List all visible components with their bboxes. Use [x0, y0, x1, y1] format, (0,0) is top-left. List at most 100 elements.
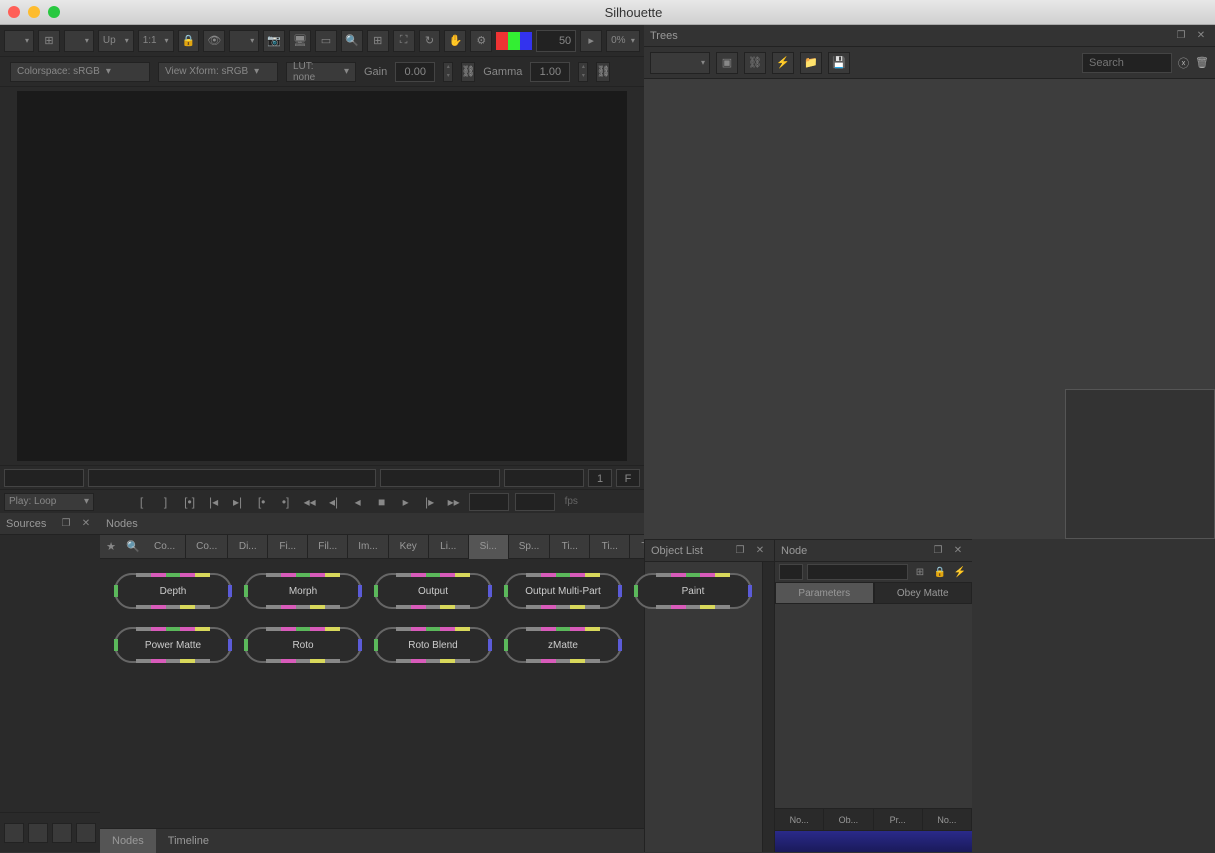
- trees-folder-icon[interactable]: 📁: [800, 52, 822, 74]
- gamma-input[interactable]: [530, 62, 570, 82]
- trees-clear-icon[interactable]: ⓧ: [1178, 55, 1189, 71]
- refresh-icon[interactable]: ↻: [419, 30, 441, 52]
- link-icon[interactable]: ⛓: [461, 62, 475, 82]
- nd-popout-icon[interactable]: ❐: [930, 543, 946, 559]
- trees-close-icon[interactable]: ✕: [1193, 28, 1209, 44]
- trees-minimap[interactable]: [1065, 389, 1215, 539]
- obj-close-icon[interactable]: ✕: [752, 543, 768, 559]
- range-icon[interactable]: [•]: [181, 493, 199, 511]
- node-item[interactable]: Roto: [244, 627, 362, 663]
- monitor-icon[interactable]: 🖥: [289, 30, 311, 52]
- camera-icon[interactable]: 📷: [263, 30, 285, 52]
- frame-next-icon[interactable]: ▸: [580, 30, 602, 52]
- lock-icon[interactable]: 🔒: [178, 30, 200, 52]
- colorspace-dropdown[interactable]: Colorspace: sRGB▾: [10, 62, 150, 82]
- close-icon[interactable]: [8, 6, 20, 18]
- node-item[interactable]: Paint: [634, 573, 752, 609]
- trees-bolt-icon[interactable]: ⚡: [772, 52, 794, 74]
- node-category-tab[interactable]: Di...: [228, 535, 268, 559]
- settings-icon[interactable]: ⚙: [470, 30, 492, 52]
- frame-current[interactable]: 1: [588, 469, 612, 487]
- viewxform-dropdown[interactable]: View Xform: sRGB▾: [158, 62, 278, 82]
- fps-field-1[interactable]: [469, 493, 509, 511]
- frame-start[interactable]: [4, 469, 84, 487]
- trees-frame-icon[interactable]: ▣: [716, 52, 738, 74]
- viewport-canvas[interactable]: [17, 91, 628, 461]
- trees-link-icon[interactable]: ⛓: [744, 52, 766, 74]
- percent-dropdown[interactable]: 0%▾: [606, 30, 640, 52]
- up-dropdown[interactable]: Up▾: [98, 30, 134, 52]
- channel-dropdown[interactable]: ▾: [64, 30, 94, 52]
- node-category-tab[interactable]: Ti...: [550, 535, 590, 559]
- node-category-tab[interactable]: Im...: [348, 535, 388, 559]
- source-icon-3[interactable]: [52, 823, 72, 843]
- nd-add-icon[interactable]: ⊞: [912, 564, 928, 580]
- node-item[interactable]: Morph: [244, 573, 362, 609]
- play-mode-dropdown[interactable]: Play: Loop▾: [4, 493, 94, 511]
- maximize-icon[interactable]: [48, 6, 60, 18]
- eye-icon[interactable]: 👁: [203, 30, 225, 52]
- source-icon-4[interactable]: [76, 823, 96, 843]
- nd-swatch[interactable]: [779, 564, 803, 580]
- add-icon[interactable]: ⊞: [38, 30, 60, 52]
- gain-spinner[interactable]: ▴▾: [443, 62, 453, 82]
- mark-out-icon[interactable]: •]: [277, 493, 295, 511]
- tab-nodes[interactable]: Nodes: [100, 829, 156, 853]
- safe-icon[interactable]: ▭: [315, 30, 337, 52]
- mark-in-icon[interactable]: [•: [253, 493, 271, 511]
- nd-close-icon[interactable]: ✕: [950, 543, 966, 559]
- fps-field-2[interactable]: [515, 493, 555, 511]
- magnify-icon[interactable]: 🔍: [341, 30, 363, 52]
- play-back-icon[interactable]: ◂: [349, 493, 367, 511]
- source-icon-2[interactable]: [28, 823, 48, 843]
- tab-obey-matte[interactable]: Obey Matte: [874, 582, 973, 604]
- trees-search-input[interactable]: [1082, 53, 1172, 73]
- hand-icon[interactable]: ✋: [444, 30, 466, 52]
- node-category-tab[interactable]: Co...: [186, 535, 228, 559]
- lut-dropdown[interactable]: LUT: none▾: [286, 62, 356, 82]
- favorite-icon[interactable]: ★: [100, 536, 122, 558]
- frame-end[interactable]: [380, 469, 500, 487]
- source-icon-1[interactable]: [4, 823, 24, 843]
- trees-view-dropdown[interactable]: ▾: [650, 52, 710, 74]
- node-item[interactable]: Power Matte: [114, 627, 232, 663]
- frame-range[interactable]: [504, 469, 584, 487]
- tab-timeline[interactable]: Timeline: [156, 829, 221, 853]
- node-category-tab[interactable]: Co...: [144, 535, 186, 559]
- gain-input[interactable]: [395, 62, 435, 82]
- node-category-tab[interactable]: Key: [389, 535, 429, 559]
- object-scrollbar[interactable]: [762, 562, 774, 852]
- tab-parameters[interactable]: Parameters: [775, 582, 874, 604]
- view-dropdown-1[interactable]: ▾: [4, 30, 34, 52]
- node-item[interactable]: Output: [374, 573, 492, 609]
- goto-start-icon[interactable]: ◂◂: [301, 493, 319, 511]
- viewport[interactable]: [0, 87, 644, 465]
- obj-popout-icon[interactable]: ❐: [732, 543, 748, 559]
- nd-bolt-icon[interactable]: ⚡: [952, 564, 968, 580]
- node-detail-body[interactable]: [775, 604, 972, 808]
- eye-options[interactable]: ▾: [229, 30, 259, 52]
- stop-icon[interactable]: ■: [373, 493, 391, 511]
- step-back-icon[interactable]: ◂|: [325, 493, 343, 511]
- node-item[interactable]: Roto Blend: [374, 627, 492, 663]
- trees-delete-icon[interactable]: 🗑: [1195, 56, 1209, 69]
- node-category-tab[interactable]: Li...: [429, 535, 469, 559]
- gamma-link-icon[interactable]: ⛓: [596, 62, 610, 82]
- trees-canvas[interactable]: [644, 79, 1215, 539]
- expand-icon[interactable]: ⛶: [393, 30, 415, 52]
- node-item[interactable]: Output Multi-Part: [504, 573, 622, 609]
- nd-btab-0[interactable]: No...: [775, 809, 824, 830]
- sources-body[interactable]: [0, 535, 100, 812]
- node-item[interactable]: zMatte: [504, 627, 622, 663]
- sources-popout-icon[interactable]: ❐: [58, 516, 74, 532]
- frame-slider[interactable]: [88, 469, 376, 487]
- nd-name-field[interactable]: [807, 564, 908, 580]
- node-category-tab[interactable]: Fi...: [268, 535, 308, 559]
- node-category-tab[interactable]: Sp...: [509, 535, 551, 559]
- grid-icon[interactable]: ⊞: [367, 30, 389, 52]
- out-point-icon[interactable]: ]: [157, 493, 175, 511]
- node-category-tab[interactable]: Si...: [469, 535, 509, 559]
- minimize-icon[interactable]: [28, 6, 40, 18]
- nd-lock-icon[interactable]: 🔒: [932, 564, 948, 580]
- key-next-icon[interactable]: ▸|: [229, 493, 247, 511]
